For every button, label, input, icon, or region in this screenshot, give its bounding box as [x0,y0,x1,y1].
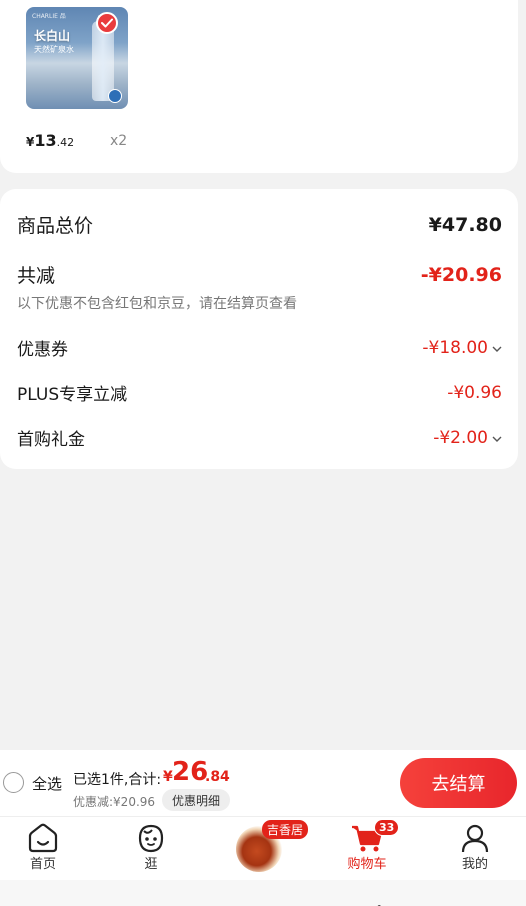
select-all-radio[interactable] [3,772,24,793]
tab-mine[interactable]: 我的 [440,820,510,876]
reduction-label: 共减 [17,265,56,287]
first-gift-label: 首购礼金 [17,430,85,450]
tab-home[interactable]: 首页 [8,820,78,876]
tab-browse[interactable]: 逛 [116,820,186,876]
plus-label: PLUS专享立减 [17,385,128,405]
discount-detail-button[interactable]: 优惠明细 [162,789,230,811]
reduction-value: -¥20.96 [420,263,502,286]
price-decimal: .42 [56,136,75,149]
discount-amount-text: 优惠减:¥20.96 [73,795,156,809]
product-price: ¥ 13 .42 [26,131,74,150]
total-decimal: .84 [205,769,230,785]
plus-value: -¥0.96 [447,382,502,403]
tab-cart-label: 购物车 [347,857,387,872]
coupon-row[interactable]: 优惠券 -¥18.00 [17,335,502,360]
reduction-row: 共减 -¥20.96 [17,261,502,288]
home-square-icon[interactable] [250,898,268,906]
price-symbol: ¥ [26,135,35,149]
first-gift-value-wrap: -¥2.00 [433,428,502,448]
tab-browse-label: 逛 [144,857,158,872]
total-price-value: ¥47.80 [428,213,502,236]
item-checked-icon[interactable] [96,12,118,34]
reduction-hint: 以下优惠不包含红包和京豆，请在结算页查看 [17,296,297,312]
tab-mine-label: 我的 [461,857,488,872]
select-all-label[interactable]: 全选 [32,773,62,794]
product-card: CHARLIE 品 长白山 天然矿泉水 ¥ 13 .42 x2 [0,0,518,173]
first-gift-value: -¥2.00 [433,427,488,448]
thumb-badge-icon [108,89,122,103]
price-integer: 13 [34,131,57,150]
price-summary-card: 商品总价 ¥47.80 共减 -¥20.96 以下优惠不包含红包和京豆，请在结算… [0,189,518,469]
thumb-brand: CHARLIE 品 [32,13,66,20]
selected-count-text: 已选1件,合计: [73,772,162,788]
promo-tag: 吉香居 [262,820,309,839]
coupon-value: -¥18.00 [422,337,488,358]
plus-row: PLUS专享立减 -¥0.96 [17,380,502,406]
thumb-subtitle: 天然矿泉水 [34,45,74,54]
chevron-down-icon [492,431,502,445]
coupon-label: 优惠券 [17,340,68,360]
chevron-down-icon [492,341,502,355]
menu-icon[interactable] [130,898,150,906]
product-quantity[interactable]: x2 [110,133,127,149]
total-price-label: 商品总价 [17,215,94,237]
coupon-value-wrap: -¥18.00 [422,338,502,358]
checkout-button[interactable]: 去结算 [400,758,517,808]
total-price-row: 商品总价 ¥47.80 [17,211,502,238]
tab-home-label: 首页 [29,857,56,872]
thumb-title: 长白山 [34,29,71,43]
back-icon[interactable] [368,898,384,906]
total-integer: 26 [172,757,209,787]
first-gift-row[interactable]: 首购礼金 -¥2.00 [17,425,502,450]
cart-count-badge: 33 [374,819,400,836]
